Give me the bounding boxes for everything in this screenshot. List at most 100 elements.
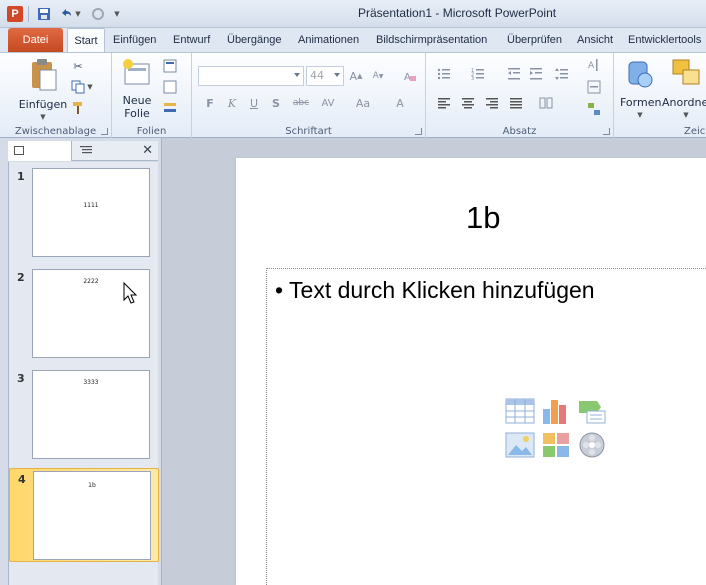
- new-slide-label-1: Neue: [122, 94, 152, 107]
- slide-number: 3: [17, 372, 25, 385]
- window-title: Präsentation1 - Microsoft PowerPoint: [358, 6, 557, 20]
- align-right-icon[interactable]: [484, 95, 500, 111]
- format-painter-icon[interactable]: [70, 100, 86, 116]
- section-icon[interactable]: [162, 100, 178, 116]
- new-slide-button[interactable]: Neue Folie: [116, 58, 158, 120]
- bullets-icon[interactable]: [436, 66, 452, 82]
- powerpoint-app-icon[interactable]: P: [7, 6, 23, 22]
- arrange-button[interactable]: Anordnen ▼: [662, 58, 706, 122]
- insert-picture-icon[interactable]: [505, 431, 535, 459]
- slide-thumbnail-item[interactable]: 1 1111: [9, 166, 159, 260]
- justify-icon[interactable]: [508, 95, 524, 111]
- insert-table-icon[interactable]: [505, 397, 535, 425]
- reset-icon[interactable]: [162, 79, 178, 95]
- paragraph-launcher-icon[interactable]: [603, 128, 610, 135]
- decrease-indent-icon[interactable]: [506, 66, 522, 82]
- bold-button[interactable]: F: [202, 95, 218, 111]
- grow-font-icon[interactable]: A ▲: [348, 68, 364, 84]
- title-bar: P ▼ ▼ Präsentation1 - Microsoft PowerPoi…: [0, 0, 706, 28]
- slide-editor: 1b • Text durch Klicken hinzufügen: [163, 138, 706, 585]
- content-placeholder[interactable]: • Text durch Klicken hinzufügen: [266, 268, 706, 585]
- clipboard-group: Einfügen ▼ ✂ ▼ Zwischenablage: [0, 53, 112, 139]
- char-spacing-button[interactable]: AV: [318, 95, 338, 111]
- slide-thumbnail-item[interactable]: 3 3333: [9, 368, 159, 462]
- insert-chart-icon[interactable]: [541, 397, 571, 425]
- tab-slides-view[interactable]: [8, 141, 72, 161]
- paste-icon: [15, 58, 71, 95]
- insert-media-icon[interactable]: [577, 431, 607, 459]
- tab-animations[interactable]: Animationen: [298, 28, 359, 52]
- arrange-label: Anordnen: [662, 96, 706, 109]
- svg-text:3: 3: [471, 76, 474, 81]
- tab-slideshow[interactable]: Bildschirmpräsentation: [376, 28, 487, 52]
- paste-label: Einfügen: [18, 98, 68, 111]
- tab-transitions[interactable]: Übergänge: [227, 28, 281, 52]
- mouse-pointer-icon: [123, 281, 139, 306]
- tab-file[interactable]: Datei: [8, 28, 63, 52]
- underline-button[interactable]: U: [246, 95, 262, 111]
- slide-thumbnail-text: 1111: [83, 202, 99, 209]
- save-icon[interactable]: [36, 6, 52, 22]
- slide-thumbnail: 1b: [33, 471, 151, 560]
- paragraph-group-label: Absatz: [502, 126, 537, 137]
- bullet-text[interactable]: • Text durch Klicken hinzufügen: [275, 277, 595, 304]
- close-pane-icon[interactable]: ✕: [142, 143, 153, 158]
- tab-outline-view[interactable]: [80, 145, 92, 158]
- change-case-button[interactable]: Aa: [352, 95, 374, 111]
- slide-canvas[interactable]: 1b • Text durch Klicken hinzufügen: [236, 158, 706, 585]
- slides-group: Neue Folie Folien: [112, 53, 192, 139]
- italic-button[interactable]: K: [224, 95, 240, 111]
- slide-title[interactable]: 1b: [466, 200, 500, 236]
- tab-insert[interactable]: Einfügen: [113, 28, 156, 52]
- ribbon: Einfügen ▼ ✂ ▼ Zwischenablage Neue Folie: [0, 52, 706, 139]
- insert-clipart-icon[interactable]: [541, 431, 571, 459]
- layout-icon[interactable]: [162, 58, 178, 74]
- tab-view[interactable]: Ansicht: [577, 28, 613, 52]
- align-left-icon[interactable]: [436, 95, 452, 111]
- shrink-font-icon[interactable]: A ▼: [370, 68, 386, 84]
- font-color-button[interactable]: A: [392, 95, 408, 111]
- undo-dropdown-icon[interactable]: ▼: [74, 6, 82, 22]
- align-text-icon[interactable]: [586, 79, 602, 95]
- align-center-icon[interactable]: [460, 95, 476, 111]
- paste-button[interactable]: Einfügen ▼: [15, 58, 71, 124]
- insert-smartart-icon[interactable]: [577, 397, 607, 425]
- copy-dropdown-icon[interactable]: ▼: [86, 79, 94, 95]
- clipboard-launcher-icon[interactable]: [101, 128, 108, 135]
- ribbon-tabs: Datei Start Einfügen Entwurf Übergänge A…: [0, 28, 706, 52]
- smartart-icon[interactable]: [586, 101, 602, 117]
- line-spacing-icon[interactable]: [554, 66, 570, 82]
- arrange-dropdown-icon: ▼: [683, 111, 689, 119]
- clear-formatting-icon[interactable]: A: [402, 68, 418, 84]
- tab-design[interactable]: Entwurf: [173, 28, 210, 52]
- text-direction-icon[interactable]: A: [586, 57, 602, 73]
- tab-start[interactable]: Start: [67, 28, 105, 52]
- shadow-button[interactable]: S: [268, 95, 284, 111]
- svg-text:A: A: [404, 72, 411, 83]
- arrange-icon: [662, 58, 706, 93]
- font-launcher-icon[interactable]: [415, 128, 422, 135]
- strikethrough-button[interactable]: abc: [290, 95, 312, 111]
- slides-pane: ✕ 1 1111 2 2222 3 3333 4 1b: [0, 138, 162, 585]
- undo-icon[interactable]: [58, 6, 74, 22]
- redo-icon[interactable]: [90, 6, 106, 22]
- clipboard-group-label: Zwischenablage: [14, 126, 97, 137]
- copy-icon[interactable]: [70, 79, 86, 95]
- tab-review[interactable]: Überprüfen: [507, 28, 562, 52]
- cut-icon[interactable]: ✂: [70, 58, 86, 74]
- paragraph-group: 123 A Absatz: [426, 53, 614, 139]
- font-size-field[interactable]: 44: [306, 66, 344, 86]
- slide-thumbnail: 1111: [32, 168, 150, 257]
- columns-icon[interactable]: [538, 95, 554, 111]
- tab-developer[interactable]: Entwicklertools: [628, 28, 701, 52]
- customize-qat-icon[interactable]: ▼: [112, 6, 122, 22]
- slides-view-icon: [14, 146, 24, 155]
- numbering-icon[interactable]: 123: [470, 66, 486, 82]
- slide-thumbnail-item-selected[interactable]: 4 1b: [9, 468, 159, 562]
- increase-indent-icon[interactable]: [528, 66, 544, 82]
- shapes-icon: [620, 58, 660, 93]
- font-name-field[interactable]: [198, 66, 304, 86]
- shapes-button[interactable]: Formen ▼: [620, 58, 661, 122]
- outline-view-icon: [80, 146, 92, 154]
- pane-header: ✕: [8, 141, 158, 161]
